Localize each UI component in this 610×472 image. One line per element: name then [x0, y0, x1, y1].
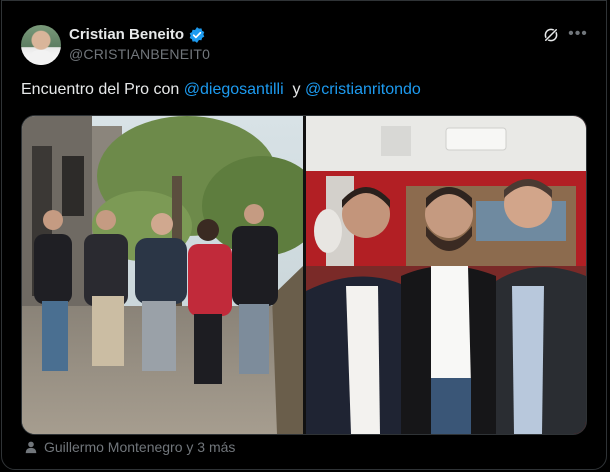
avatar-shirt — [29, 50, 53, 65]
photo-three-men[interactable] — [306, 116, 586, 434]
verified-badge-icon — [189, 27, 205, 43]
photo-group-walking[interactable] — [22, 116, 303, 434]
tweet-text-prefix: Encuentro del Pro con — [21, 81, 184, 98]
author-avatar[interactable] — [21, 25, 61, 65]
more-options-icon[interactable]: ••• — [568, 25, 588, 45]
photo-group-walking-image — [22, 116, 303, 434]
mention-link-diegosantilli[interactable]: @diegosantilli — [184, 81, 284, 98]
tagged-users-link[interactable]: Guillermo Montenegro y 3 más — [44, 439, 235, 455]
grok-icon[interactable] — [542, 26, 560, 44]
person-tag-icon — [25, 441, 37, 454]
author-handle[interactable]: @CRISTIANBENEIT0 — [69, 46, 210, 62]
author-name[interactable]: Cristian Beneito — [69, 26, 184, 43]
tweet-text: Encuentro del Pro con @diegosantilli y @… — [21, 81, 421, 99]
photo-three-men-image — [306, 116, 586, 434]
tweet-text-connector: y — [283, 81, 305, 98]
tweet-card[interactable]: Cristian Beneito @CRISTIANBENEIT0 ••• En… — [1, 0, 607, 470]
media-grid — [21, 115, 587, 435]
mention-link-cristianritondo[interactable]: @cristianritondo — [305, 81, 421, 98]
